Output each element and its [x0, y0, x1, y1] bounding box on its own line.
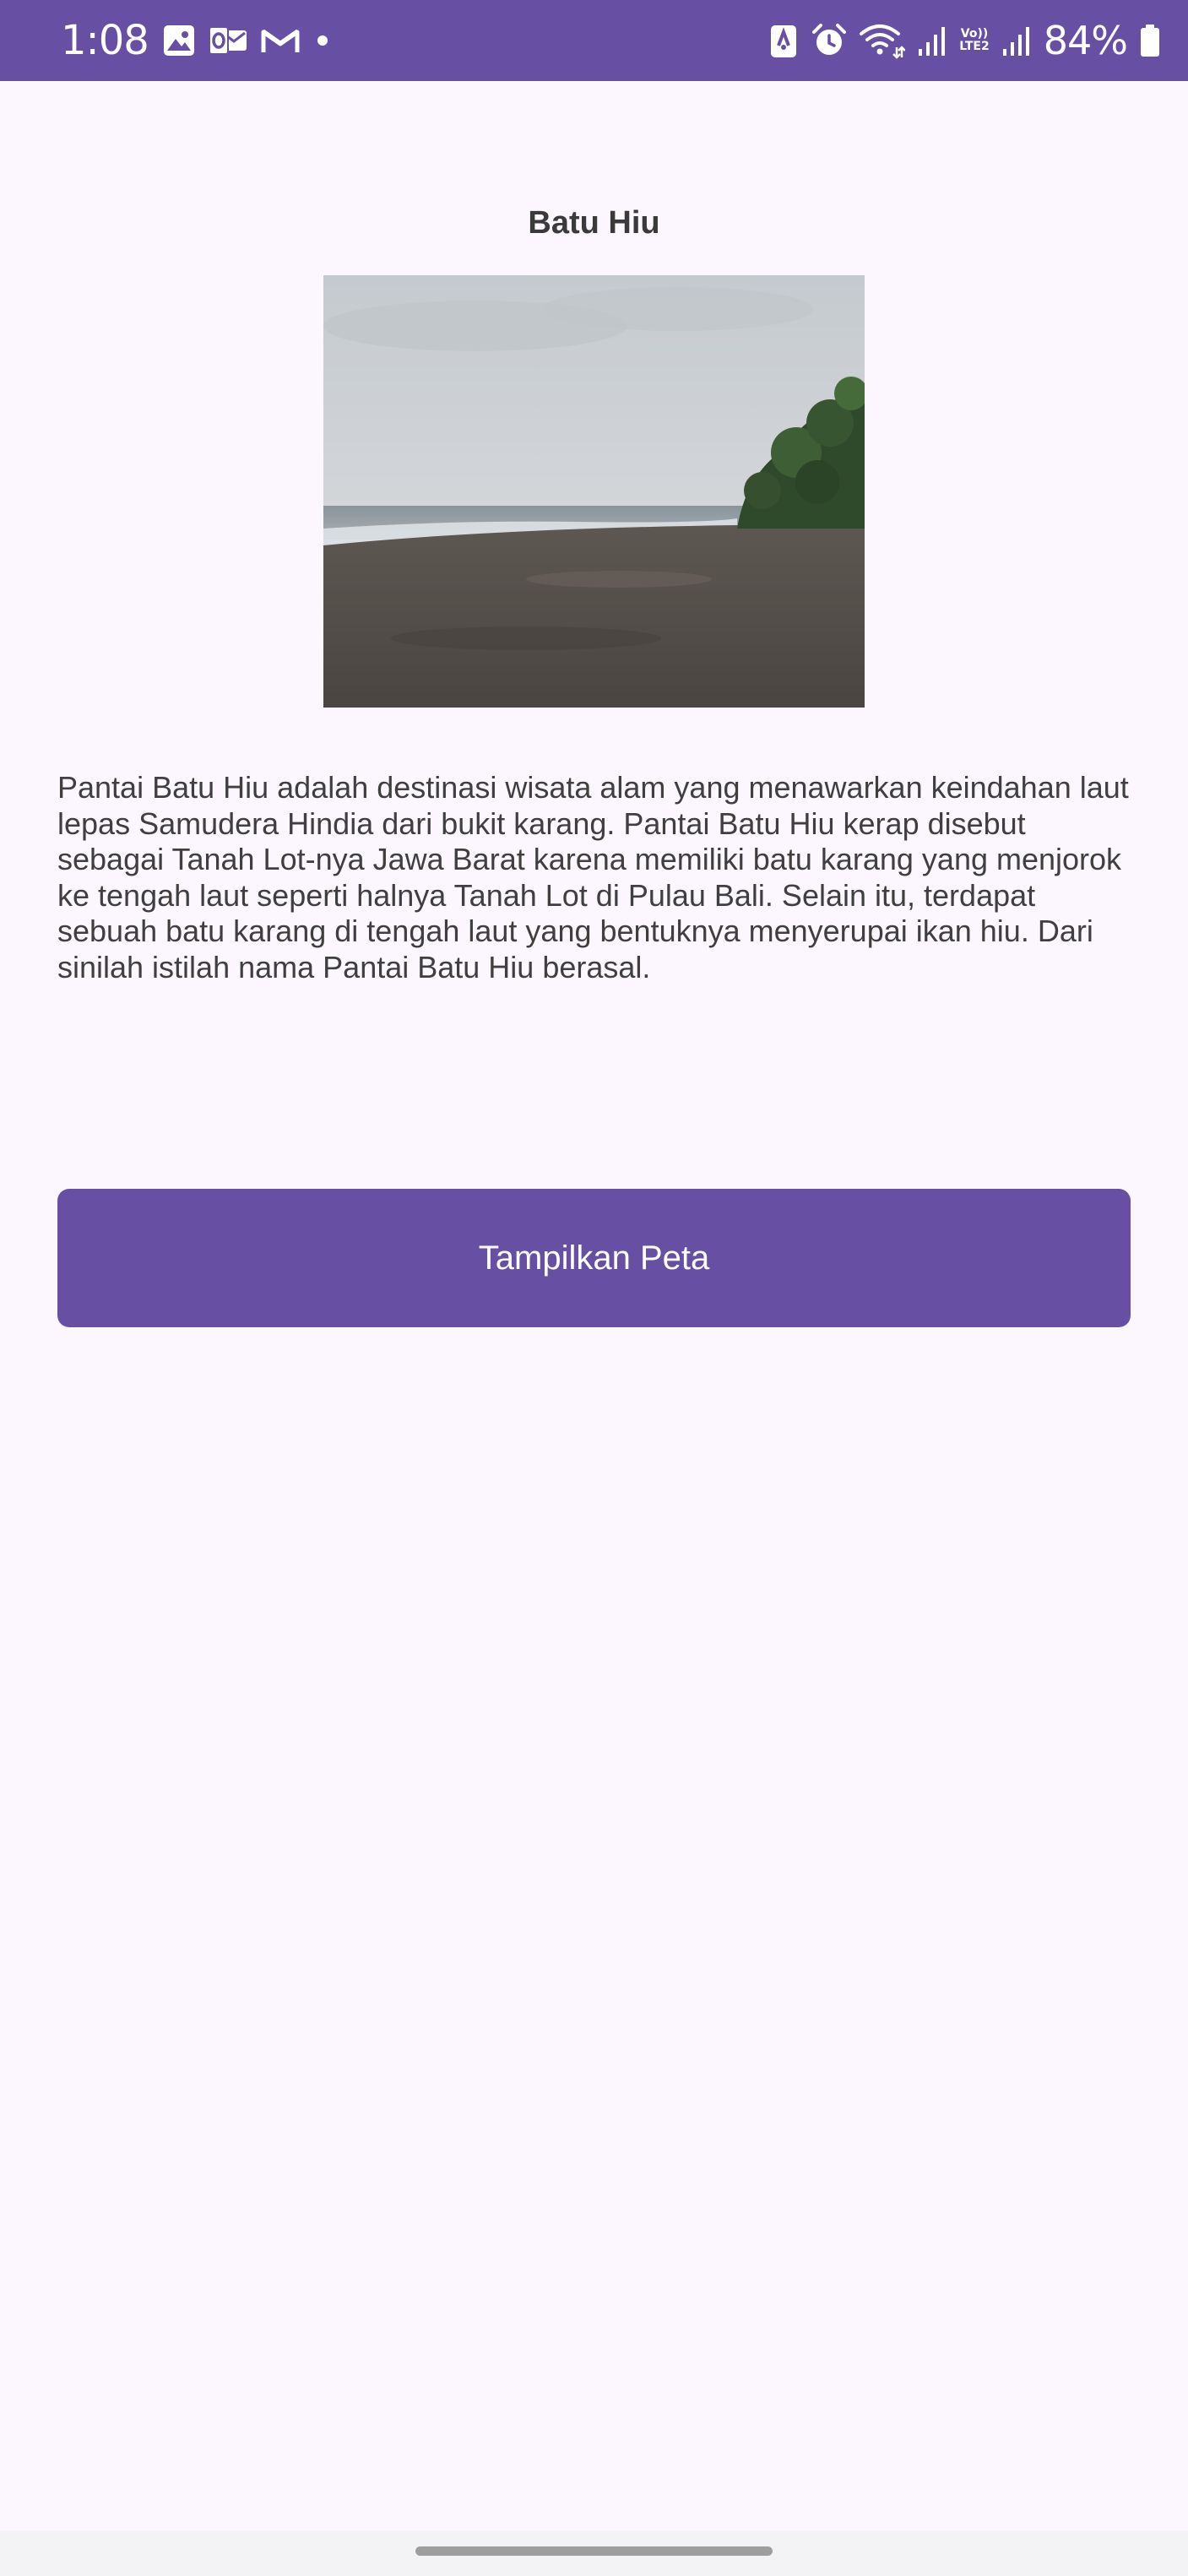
- nfc-lock-icon: [768, 22, 799, 59]
- volte-label: Vo)): [960, 27, 989, 41]
- status-right-icons: Vo)) LTE2 84%: [768, 17, 1161, 64]
- gallery-icon: [162, 24, 196, 57]
- beach-photo: [323, 275, 865, 708]
- signal-icon: [917, 24, 947, 57]
- show-map-button[interactable]: Tampilkan Peta: [57, 1189, 1131, 1327]
- wifi-icon: [860, 22, 906, 59]
- battery-icon: [1139, 22, 1161, 59]
- alarm-icon: [811, 22, 848, 59]
- status-bar: 1:08 Vo)) LTE2 84%: [0, 0, 1188, 81]
- page-title: Batu Hiu: [528, 205, 660, 241]
- status-time: 1:08: [61, 17, 149, 64]
- signal-icon: [1001, 24, 1032, 57]
- volte-indicator: Vo)) LTE2: [959, 28, 989, 53]
- gmail-icon: [260, 24, 301, 57]
- lte-label: LTE2: [959, 40, 990, 53]
- notification-dot-icon: [312, 24, 333, 57]
- navigation-bar: [0, 2530, 1188, 2576]
- outlook-icon: [208, 24, 248, 57]
- status-left-icons: [162, 24, 333, 57]
- battery-percentage: 84%: [1043, 18, 1128, 63]
- gesture-handle[interactable]: [415, 2546, 773, 2556]
- description-text: Pantai Batu Hiu adalah destinasi wisata …: [57, 770, 1129, 984]
